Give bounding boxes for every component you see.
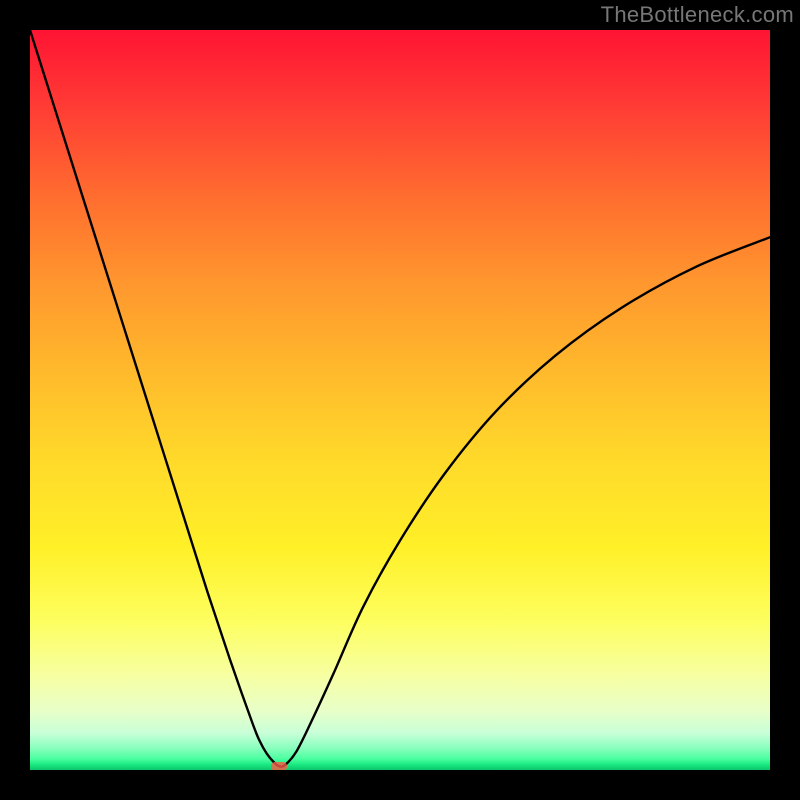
curve-path [30, 30, 770, 767]
chart-frame: TheBottleneck.com [0, 0, 800, 800]
bottleneck-curve [30, 30, 770, 770]
min-marker [271, 762, 287, 770]
plot-area [30, 30, 770, 770]
watermark-text: TheBottleneck.com [601, 2, 794, 28]
